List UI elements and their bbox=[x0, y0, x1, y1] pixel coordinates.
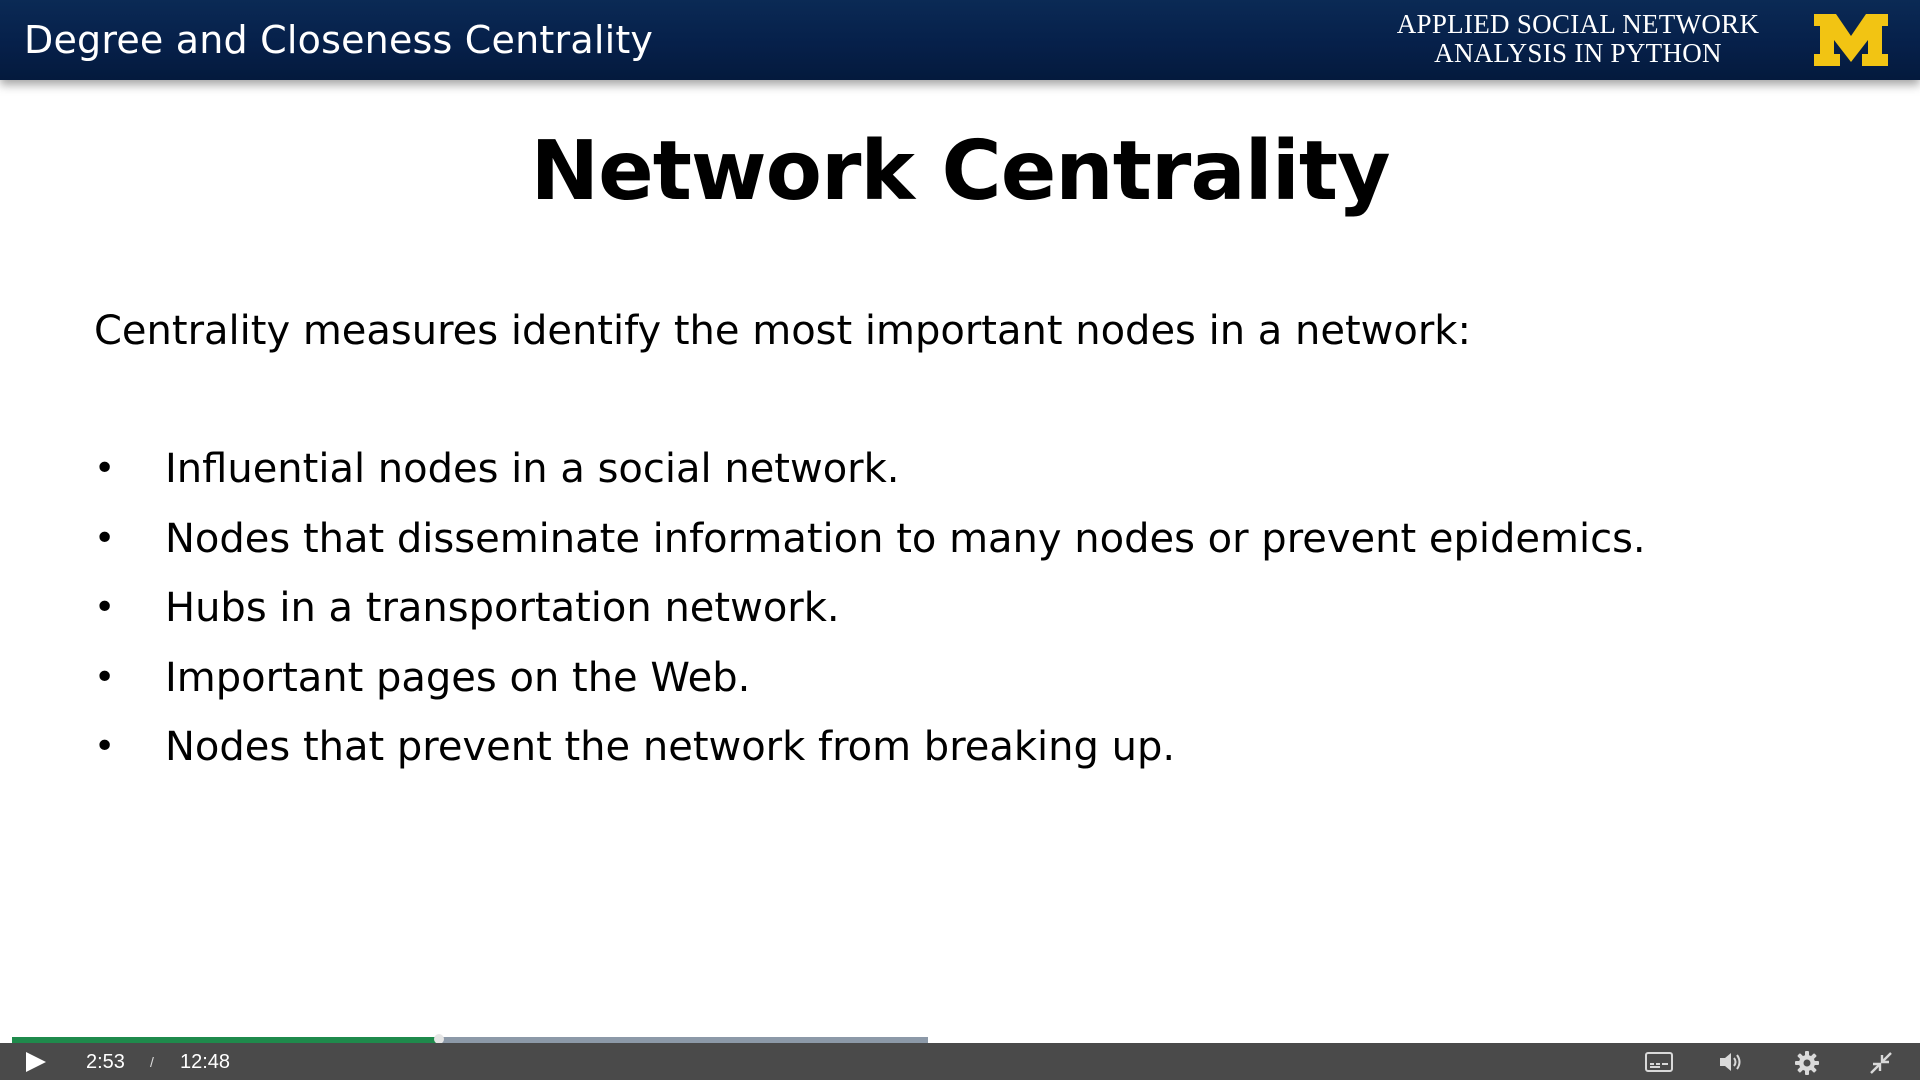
captions-button[interactable] bbox=[1645, 1052, 1673, 1072]
bullet-marker: • bbox=[94, 726, 116, 767]
settings-button[interactable] bbox=[1794, 1050, 1820, 1076]
volume-icon bbox=[1720, 1053, 1741, 1071]
volume-button[interactable] bbox=[1718, 1050, 1746, 1074]
bullet-text: Nodes that disseminate information to ma… bbox=[165, 515, 1646, 562]
university-logo-icon bbox=[1812, 12, 1890, 68]
bullet-marker: • bbox=[94, 517, 116, 559]
exit-fullscreen-icon bbox=[1870, 1052, 1892, 1074]
play-icon bbox=[26, 1052, 46, 1072]
bullet-marker: • bbox=[94, 587, 116, 628]
slide-intro-text: Centrality measures identify the most im… bbox=[94, 308, 1471, 354]
bullet-text: Nodes that prevent the network from brea… bbox=[165, 724, 1176, 770]
time-separator: / bbox=[150, 1054, 154, 1070]
bullet-text: Important pages on the Web. bbox=[165, 654, 751, 701]
course-title-line-1: APPLIED SOCIAL NETWORK bbox=[1396, 9, 1760, 39]
current-time: 2:53 bbox=[86, 1051, 125, 1073]
bullet-text: Hubs in a transportation network. bbox=[165, 585, 840, 631]
settings-gear-icon bbox=[1795, 1051, 1819, 1075]
play-button[interactable] bbox=[24, 1051, 48, 1073]
bullet-text: Influential nodes in a social network. bbox=[165, 446, 900, 492]
bullet-marker: • bbox=[94, 448, 116, 489]
exit-fullscreen-button[interactable] bbox=[1869, 1051, 1893, 1075]
total-duration: 12:48 bbox=[180, 1051, 231, 1073]
header-banner: Degree and Closeness Centrality APPLIED … bbox=[0, 0, 1920, 80]
video-player[interactable]: Degree and Closeness Centrality APPLIED … bbox=[0, 0, 1920, 1080]
control-bar: 2:53 / 12:48 bbox=[0, 1043, 1920, 1080]
bullet-marker: • bbox=[94, 656, 116, 698]
course-title: APPLIED SOCIAL NETWORK ANALYSIS IN PYTHO… bbox=[1372, 10, 1784, 68]
slide-heading: Network Centrality bbox=[530, 124, 1390, 219]
course-title-line-2: ANALYSIS IN PYTHON bbox=[1434, 38, 1722, 68]
lecture-title: Degree and Closeness Centrality bbox=[24, 18, 654, 62]
captions-icon bbox=[1645, 1052, 1673, 1072]
